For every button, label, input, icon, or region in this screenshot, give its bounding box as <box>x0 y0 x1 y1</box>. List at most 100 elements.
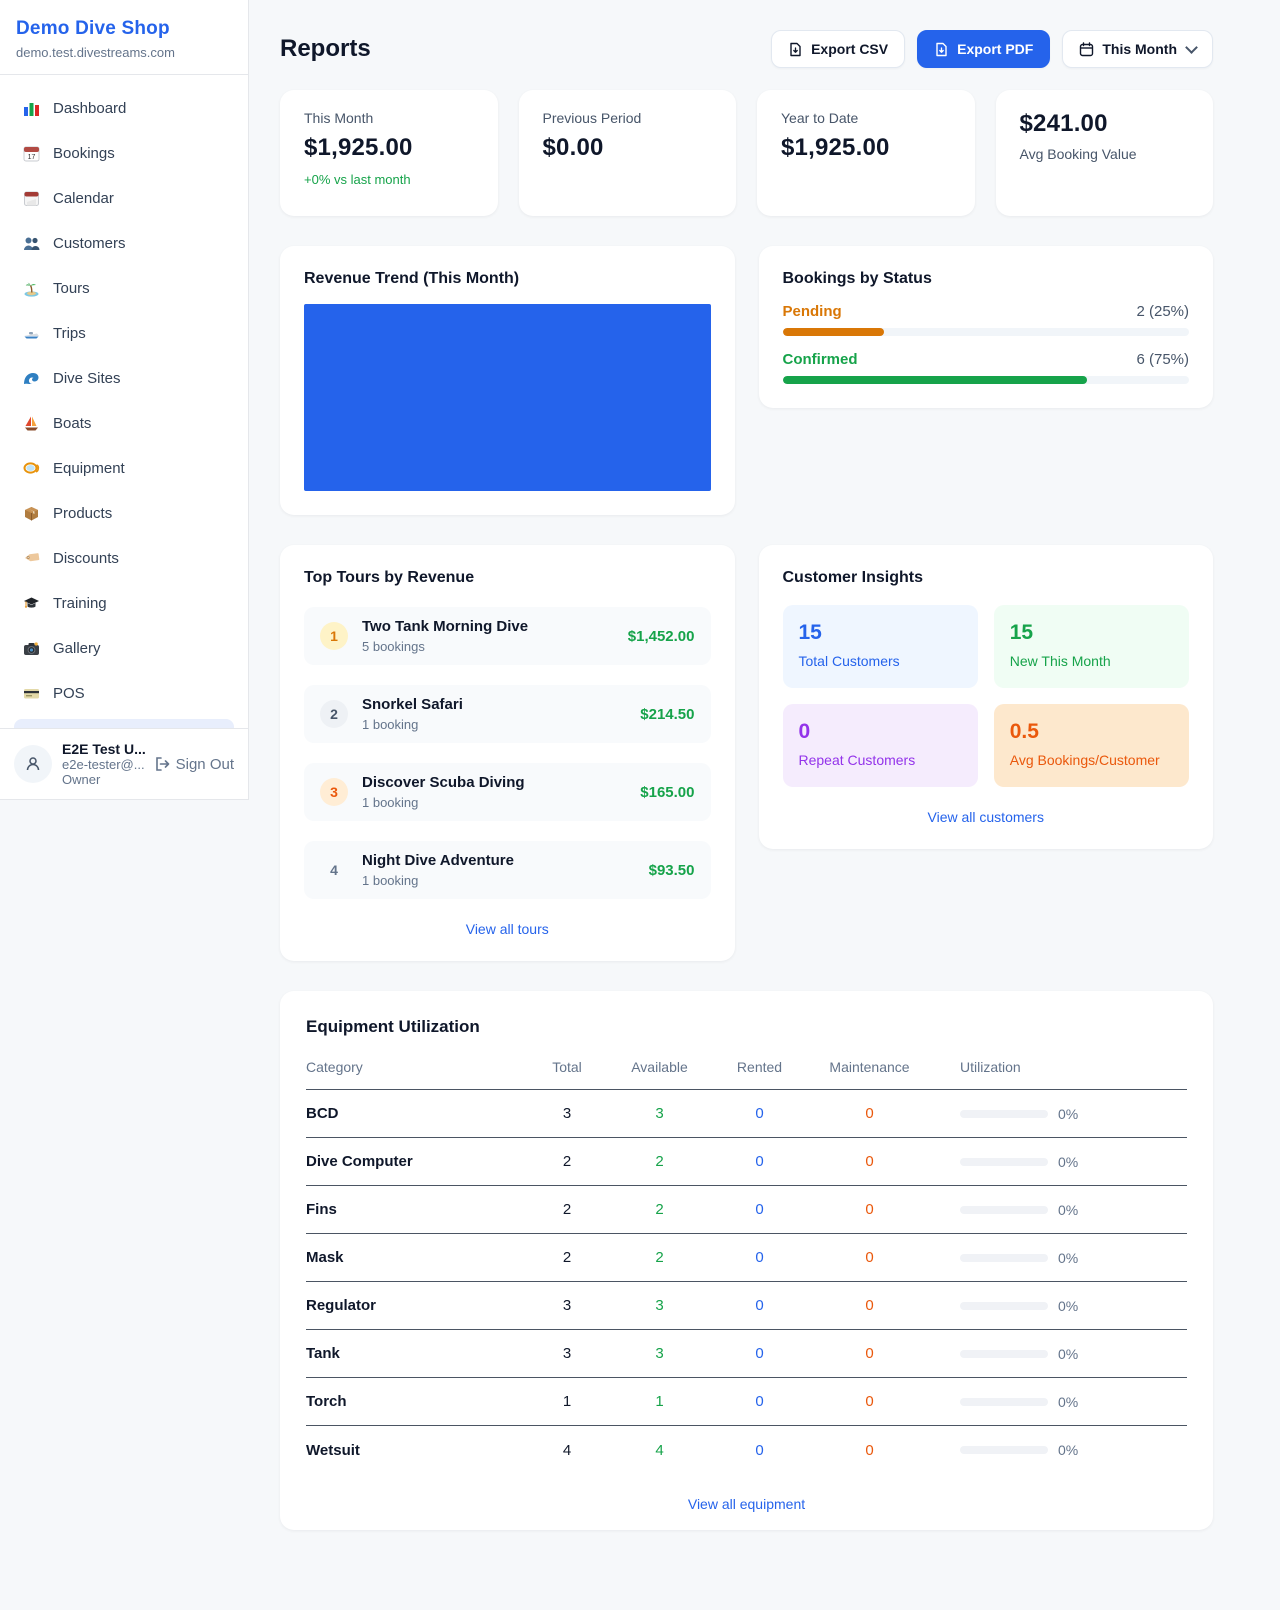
table-row: Regulator 3 3 0 0 0% <box>306 1282 1187 1330</box>
rented-cell: 0 <box>712 1442 807 1459</box>
export-pdf-label: Export PDF <box>957 41 1033 57</box>
progress-fill <box>783 328 885 336</box>
rented-cell: 0 <box>712 1393 807 1410</box>
sidebar-item-bookings[interactable]: 17 Bookings <box>12 134 236 172</box>
progress-fill <box>783 376 1088 384</box>
utilization-pct: 0% <box>1058 1202 1078 1218</box>
tour-row: 4 Night Dive Adventure 1 booking $93.50 <box>304 841 711 899</box>
equipment-utilization-card: Equipment Utilization Category Total Ava… <box>280 991 1213 1530</box>
tear-off-calendar-icon <box>22 189 40 207</box>
view-all-customers-link[interactable]: View all customers <box>783 809 1190 825</box>
sidebar-item-label: Customers <box>53 235 126 252</box>
user-email: e2e-tester@... <box>62 757 144 772</box>
table-header-row: Category Total Available Rented Maintena… <box>306 1059 1187 1090</box>
customer-insights-card: Customer Insights 15 Total Customers 15 … <box>759 545 1214 849</box>
bookings-by-status-card: Bookings by Status Pending 2 (25%) Confi… <box>759 246 1214 408</box>
shop-subdomain: demo.test.divestreams.com <box>16 45 232 60</box>
maintenance-cell: 0 <box>807 1105 932 1122</box>
total-cell: 3 <box>527 1105 607 1122</box>
sign-out-icon <box>154 756 170 772</box>
revenue-trend-title: Revenue Trend (This Month) <box>304 270 711 288</box>
insight-label: Repeat Customers <box>799 752 962 768</box>
sidebar-item-customers[interactable]: Customers <box>12 224 236 262</box>
insight-tile-avg-bookings: 0.5 Avg Bookings/Customer <box>994 704 1189 787</box>
sidebar-item-trips[interactable]: Trips <box>12 314 236 352</box>
available-cell: 2 <box>607 1153 712 1170</box>
avatar <box>14 745 52 783</box>
sidebar-item-label: Products <box>53 505 112 522</box>
total-cell: 1 <box>527 1393 607 1410</box>
export-csv-label: Export CSV <box>811 41 888 57</box>
sailboat-icon <box>22 414 40 432</box>
category-cell: Torch <box>306 1393 527 1410</box>
header-actions: Export CSV Export PDF This Month <box>771 30 1213 68</box>
category-cell: Wetsuit <box>306 1442 527 1459</box>
sidebar-item-training[interactable]: Training <box>12 584 236 622</box>
sidebar-item-label: Gallery <box>53 640 101 657</box>
available-cell: 3 <box>607 1345 712 1362</box>
main-content: Reports Export CSV Export PDF This Month… <box>280 0 1213 1530</box>
sidebar-item-products[interactable]: Products <box>12 494 236 532</box>
user-info: E2E Test U... e2e-tester@... Owner <box>62 741 144 787</box>
maintenance-cell: 0 <box>807 1345 932 1362</box>
col-maintenance: Maintenance <box>807 1059 932 1075</box>
sidebar-item-equipment[interactable]: Equipment <box>12 449 236 487</box>
utilization-bar <box>960 1446 1048 1454</box>
total-cell: 3 <box>527 1297 607 1314</box>
status-row-pending: Pending 2 (25%) <box>783 303 1190 336</box>
utilization-bar <box>960 1110 1048 1118</box>
sidebar-item-reports-partial[interactable] <box>14 719 234 728</box>
sidebar-item-gallery[interactable]: Gallery <box>12 629 236 667</box>
stat-value: $0.00 <box>543 134 713 162</box>
utilization-pct: 0% <box>1058 1346 1078 1362</box>
total-cell: 2 <box>527 1249 607 1266</box>
sidebar-item-label: Dive Sites <box>53 370 121 387</box>
bar-chart-icon <box>22 99 40 117</box>
sidebar-item-discounts[interactable]: Discounts <box>12 539 236 577</box>
tour-name: Discover Scuba Diving <box>362 774 525 791</box>
sign-out-button[interactable]: Sign Out <box>154 756 234 773</box>
rank-badge: 1 <box>320 622 348 650</box>
status-label: Pending <box>783 303 842 320</box>
period-dropdown[interactable]: This Month <box>1062 30 1213 68</box>
col-total: Total <box>527 1059 607 1075</box>
sidebar-item-pos[interactable]: POS <box>12 674 236 712</box>
insight-tile-total-customers: 15 Total Customers <box>783 605 978 688</box>
sidebar-item-dive-sites[interactable]: Dive Sites <box>12 359 236 397</box>
sidebar-item-boats[interactable]: Boats <box>12 404 236 442</box>
maintenance-cell: 0 <box>807 1249 932 1266</box>
insight-label: New This Month <box>1010 653 1173 669</box>
table-row: Wetsuit 4 4 0 0 0% <box>306 1426 1187 1474</box>
tour-name: Two Tank Morning Dive <box>362 618 528 635</box>
category-cell: Fins <box>306 1201 527 1218</box>
sidebar: Demo Dive Shop demo.test.divestreams.com… <box>0 0 249 800</box>
sidebar-item-tours[interactable]: Tours <box>12 269 236 307</box>
export-pdf-button[interactable]: Export PDF <box>917 30 1050 68</box>
brand: Demo Dive Shop demo.test.divestreams.com <box>0 0 248 75</box>
utilization-bar <box>960 1398 1048 1406</box>
speedboat-icon <box>22 324 40 342</box>
tour-row: 2 Snorkel Safari 1 booking $214.50 <box>304 685 711 743</box>
utilization-bar <box>960 1254 1048 1262</box>
sidebar-item-label: Tours <box>53 280 90 297</box>
available-cell: 1 <box>607 1393 712 1410</box>
stat-value: $241.00 <box>1020 110 1190 138</box>
table-row: Torch 1 1 0 0 0% <box>306 1378 1187 1426</box>
category-cell: Tank <box>306 1345 527 1362</box>
sidebar-item-label: Bookings <box>53 145 115 162</box>
sidebar-item-dashboard[interactable]: Dashboard <box>12 89 236 127</box>
category-cell: BCD <box>306 1105 527 1122</box>
sidebar-item-calendar[interactable]: Calendar <box>12 179 236 217</box>
page-header: Reports Export CSV Export PDF This Month <box>280 30 1213 68</box>
view-all-tours-link[interactable]: View all tours <box>304 921 711 937</box>
view-all-equipment-link[interactable]: View all equipment <box>306 1496 1187 1512</box>
utilization-pct: 0% <box>1058 1106 1078 1122</box>
sign-out-label: Sign Out <box>176 756 234 773</box>
insight-value: 0 <box>799 720 962 744</box>
table-row: BCD 3 3 0 0 0% <box>306 1090 1187 1138</box>
insight-label: Avg Bookings/Customer <box>1010 752 1173 768</box>
tour-bookings: 1 booking <box>362 717 626 732</box>
sidebar-item-label: Calendar <box>53 190 114 207</box>
wave-icon <box>22 369 40 387</box>
export-csv-button[interactable]: Export CSV <box>771 30 905 68</box>
